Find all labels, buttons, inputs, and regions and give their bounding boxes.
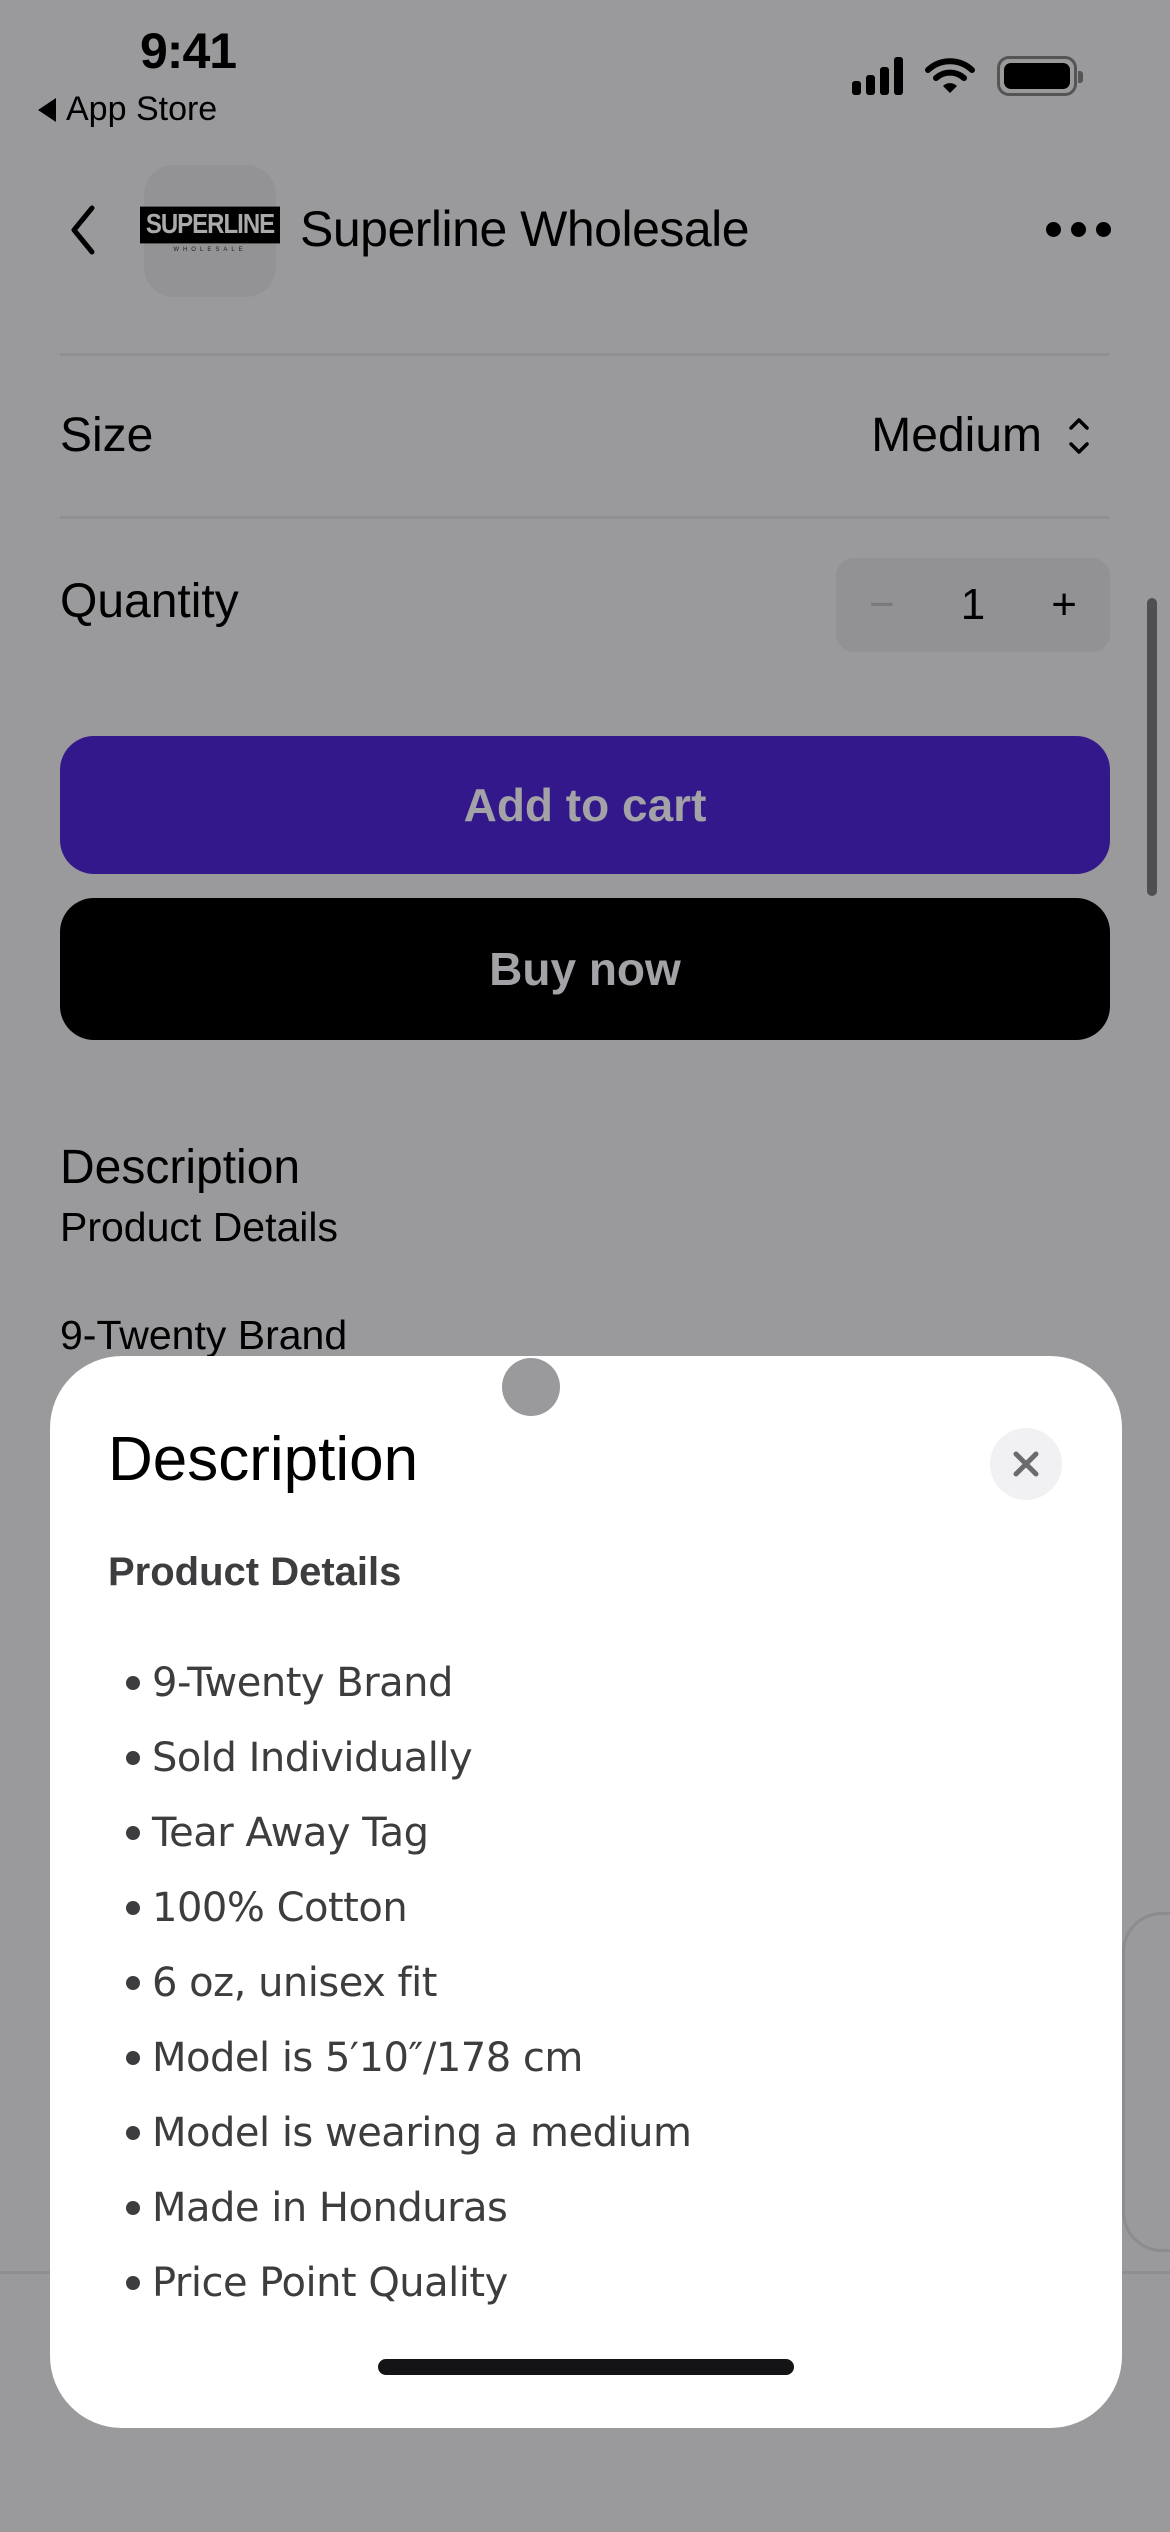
background-card bbox=[1122, 1912, 1170, 2252]
status-icons bbox=[852, 56, 1083, 96]
size-label: Size bbox=[60, 409, 154, 462]
touch-indicator bbox=[502, 1358, 560, 1416]
bullet-icon bbox=[126, 1900, 140, 1915]
status-time: 9:41 bbox=[140, 23, 237, 79]
bullet-icon bbox=[126, 1750, 140, 1765]
bullet-icon bbox=[126, 1825, 140, 1840]
sheet-subtitle: Product Details bbox=[108, 1550, 402, 1594]
product-details-list: 9-Twenty Brand Sold Individually Tear Aw… bbox=[126, 1645, 692, 2320]
back-triangle-icon bbox=[38, 97, 56, 122]
description-first-item: 9-Twenty Brand bbox=[60, 1312, 348, 1358]
store-logo: SUPERLINE WHOLESALE bbox=[139, 165, 281, 297]
list-item: Sold Individually bbox=[126, 1720, 691, 1795]
increment-button[interactable]: + bbox=[1051, 580, 1077, 630]
battery-icon bbox=[997, 56, 1083, 96]
logo-mark: SUPERLINE bbox=[139, 206, 281, 244]
list-item: 9-Twenty Brand bbox=[126, 1645, 691, 1720]
bullet-icon bbox=[126, 1675, 140, 1690]
back-to-app-store[interactable]: App Store bbox=[38, 90, 217, 129]
home-indicator[interactable] bbox=[378, 2359, 794, 2375]
decrement-button[interactable]: − bbox=[869, 580, 895, 630]
quantity-stepper: − 1 + bbox=[836, 558, 1110, 652]
buy-now-button[interactable]: Buy now bbox=[60, 898, 1110, 1040]
close-icon bbox=[1013, 1451, 1039, 1477]
bullet-icon bbox=[126, 1975, 140, 1990]
divider bbox=[60, 516, 1110, 519]
cellular-signal-icon bbox=[852, 57, 903, 95]
list-item: 6 oz, unisex fit bbox=[126, 1945, 691, 2020]
sheet-title: Description bbox=[108, 1425, 419, 1494]
divider bbox=[60, 353, 1110, 356]
list-item: Tear Away Tag bbox=[126, 1795, 691, 1870]
bullet-icon bbox=[126, 2050, 140, 2065]
back-app-label: App Store bbox=[66, 90, 218, 128]
list-item: Model is wearing a medium bbox=[126, 2095, 692, 2170]
list-item: 100% Cotton bbox=[126, 1870, 691, 1945]
description-heading: Description bbox=[60, 1141, 301, 1194]
quantity-value: 1 bbox=[960, 580, 986, 629]
chevron-up-down-icon[interactable] bbox=[1064, 414, 1094, 458]
logo-subtext: WHOLESALE bbox=[173, 247, 247, 253]
list-item: Model is 5′10″/178 cm bbox=[126, 2020, 691, 2095]
bullet-icon bbox=[126, 2275, 140, 2290]
scrollbar[interactable] bbox=[1147, 598, 1157, 896]
quantity-label: Quantity bbox=[60, 575, 239, 628]
bullet-icon bbox=[126, 2125, 140, 2140]
add-to-cart-button[interactable]: Add to cart bbox=[60, 736, 1110, 874]
close-button[interactable] bbox=[990, 1428, 1062, 1500]
chevron-left-icon[interactable] bbox=[62, 200, 102, 260]
size-picker[interactable]: Medium bbox=[871, 408, 1042, 463]
wifi-icon bbox=[925, 58, 975, 93]
description-subheading: Product Details bbox=[60, 1204, 339, 1250]
bullet-icon bbox=[126, 2200, 140, 2215]
list-item: Made in Honduras bbox=[126, 2170, 691, 2245]
ellipsis-icon[interactable] bbox=[1046, 222, 1111, 237]
store-title: Superline Wholesale bbox=[300, 201, 750, 257]
list-item: Price Point Quality bbox=[126, 2245, 691, 2320]
